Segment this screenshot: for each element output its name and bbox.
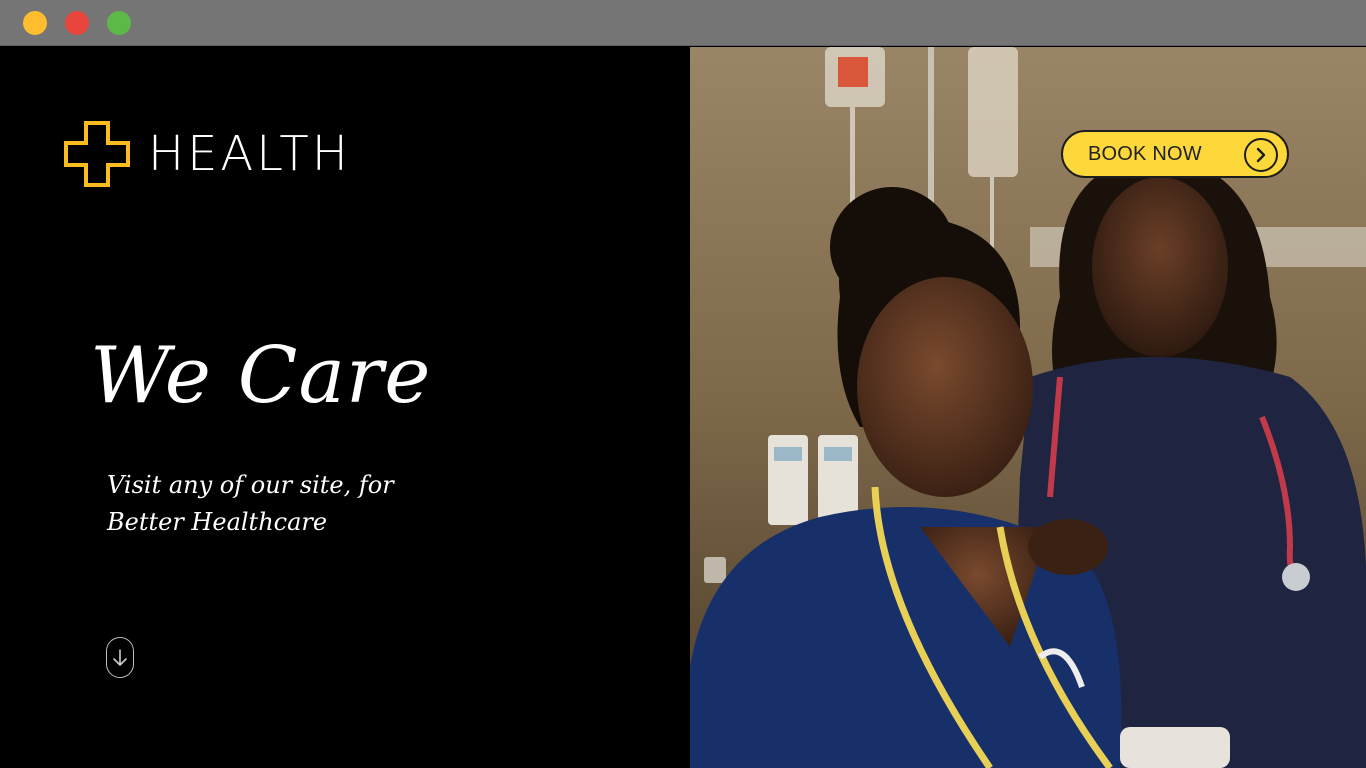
scroll-down-icon: [113, 648, 127, 666]
medical-cross-icon: [64, 121, 130, 187]
hero-subline-line-2: Better Healthcare: [107, 508, 328, 536]
minimize-button[interactable]: [23, 11, 47, 35]
scroll-down-button[interactable]: [106, 637, 134, 678]
hero-headline: We Care: [90, 331, 432, 421]
brand-name: HEALTH: [148, 126, 351, 182]
chevron-right-icon: [1256, 147, 1266, 163]
maximize-button[interactable]: [107, 11, 131, 35]
close-button[interactable]: [65, 11, 89, 35]
window-titlebar: [0, 0, 1366, 46]
hero-subline: Visit any of our site, for Better Health…: [107, 467, 394, 541]
hero-panel: HEALTH We Care Visit any of our site, fo…: [0, 47, 690, 768]
book-now-label: BOOK NOW: [1088, 142, 1202, 165]
hero-subline-line-1: Visit any of our site, for: [107, 471, 394, 499]
book-now-button[interactable]: BOOK NOW: [1061, 130, 1289, 178]
chevron-right-circle-icon: [1244, 138, 1278, 172]
brand-logo[interactable]: HEALTH: [64, 121, 351, 187]
